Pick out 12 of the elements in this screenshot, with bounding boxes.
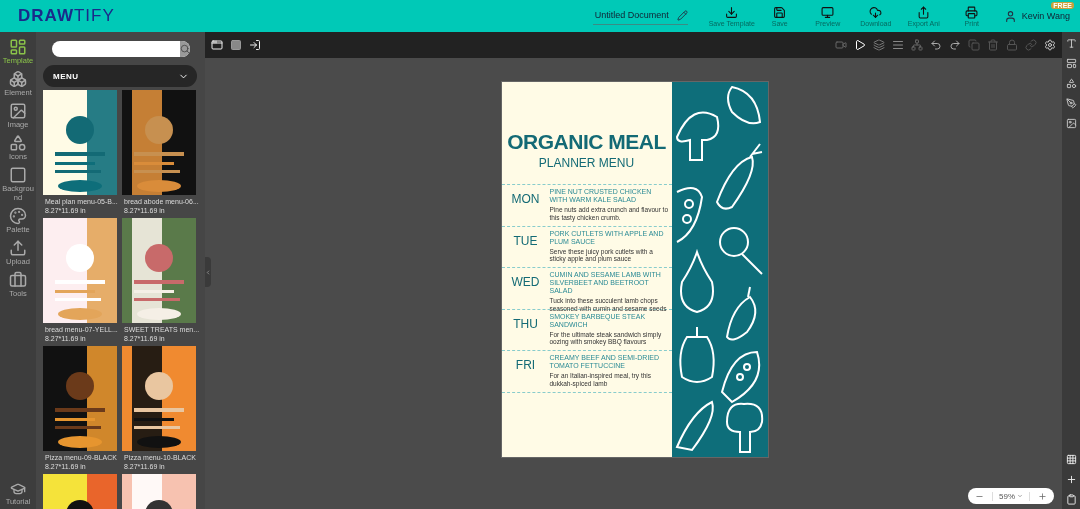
user-name[interactable]: Kevin Wang [1021, 11, 1070, 21]
day-label: MON [510, 191, 541, 208]
zoom-level[interactable]: 59% [992, 491, 1030, 501]
logo[interactable]: DRAWTIFY [18, 6, 115, 26]
document-title-field[interactable]: Untitled Document [592, 7, 688, 25]
day-label: TUE [512, 232, 539, 250]
menu-title: ORGANIC MEAL [507, 130, 666, 154]
menu-subtitle: PLANNER MENU [538, 156, 635, 170]
day-label: FRI [514, 357, 537, 375]
day-label: THU [512, 315, 539, 333]
category-dropdown[interactable]: MENU [43, 65, 197, 87]
day-label: WED [510, 274, 541, 292]
